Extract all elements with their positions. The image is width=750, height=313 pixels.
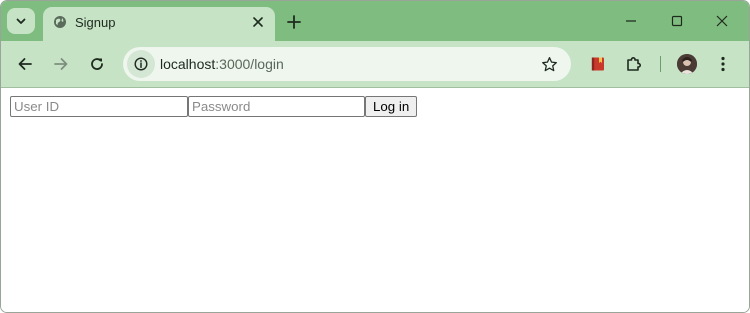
address-bar[interactable]: localhost:3000/login (123, 47, 571, 81)
url-path: :3000/login (215, 56, 284, 72)
minimize-icon (626, 20, 636, 22)
url-text[interactable]: localhost:3000/login (160, 56, 284, 72)
bookmark-book-icon (591, 57, 604, 71)
browser-toolbar: localhost:3000/login (1, 41, 749, 88)
tab-close-button[interactable] (249, 13, 267, 31)
info-icon (134, 57, 148, 71)
maximize-button[interactable] (665, 9, 689, 33)
close-icon (716, 15, 728, 27)
star-icon (541, 56, 557, 71)
bookmark-extension-button[interactable] (586, 52, 610, 76)
close-window-button[interactable] (710, 9, 734, 33)
minimize-button[interactable] (619, 9, 643, 33)
tab-title: Signup (75, 15, 116, 30)
browser-window: Signup localhost:3000/login User ID Log … (0, 0, 750, 313)
reload-button[interactable] (85, 52, 109, 76)
tab-strip: Signup (1, 1, 749, 41)
back-button[interactable] (13, 52, 37, 76)
tab-signup[interactable]: Signup (43, 7, 275, 41)
url-host: localhost (160, 56, 216, 72)
plus-icon (287, 15, 301, 29)
login-button[interactable]: Log in (365, 96, 418, 117)
arrow-right-icon (54, 58, 68, 70)
user-id-input[interactable] (10, 96, 188, 117)
login-form: Log in (10, 96, 418, 117)
password-input[interactable] (188, 96, 365, 117)
chevron-down-icon (16, 18, 26, 24)
avatar (677, 54, 697, 74)
toolbar-divider (660, 56, 661, 72)
close-icon (253, 17, 263, 27)
maximize-icon (671, 15, 683, 27)
site-info-button[interactable] (127, 50, 155, 78)
reload-icon (91, 58, 103, 70)
extensions-button[interactable] (622, 52, 646, 76)
globe-icon (54, 16, 66, 28)
page-content: Log in (1, 88, 749, 312)
arrow-left-icon (18, 58, 32, 70)
kebab-menu-icon (721, 56, 725, 72)
browser-menu-button[interactable] (711, 52, 735, 76)
forward-button[interactable] (49, 52, 73, 76)
tab-search-button[interactable] (7, 8, 35, 34)
new-tab-button[interactable] (283, 11, 305, 33)
bookmark-star-button[interactable] (539, 54, 559, 74)
profile-avatar[interactable] (677, 54, 697, 74)
puzzle-icon (627, 57, 641, 71)
